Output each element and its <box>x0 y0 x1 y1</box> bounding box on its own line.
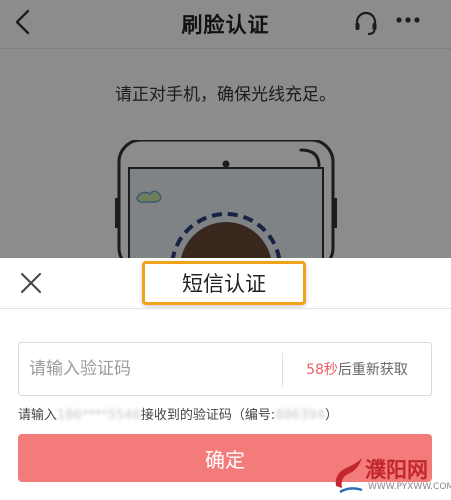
hint-middle: 接收到的验证码（编号: <box>140 408 276 423</box>
sheet-title-highlight: 短信认证 <box>142 261 306 305</box>
sheet-header: 短信认证 <box>0 258 451 308</box>
hint-suffix: ） <box>324 408 338 423</box>
watermark-url: WWW.PYXWW.COM <box>368 482 451 492</box>
resend-code-button[interactable]: 58秒 后重新获取 <box>283 343 431 395</box>
watermark-logo-icon <box>335 458 363 494</box>
sms-hint: 请输入186****5546接收到的验证码（编号:886394） <box>18 404 338 423</box>
hint-prefix: 请输入 <box>18 408 58 423</box>
watermark-text: 濮阳网 <box>365 457 428 482</box>
site-watermark: 濮阳网 WWW.PYXWW.COM <box>332 454 451 496</box>
verification-code-input[interactable] <box>19 343 281 395</box>
sheet-title: 短信认证 <box>182 272 266 296</box>
sheet-divider <box>0 308 451 309</box>
close-icon[interactable] <box>18 270 44 296</box>
resend-countdown: 58秒 <box>306 362 338 378</box>
masked-phone-number: 186****5546 <box>57 408 141 423</box>
verification-code-field: 58秒 后重新获取 <box>18 342 432 396</box>
resend-label: 后重新获取 <box>337 362 408 378</box>
masked-serial-number: 886394 <box>275 408 325 423</box>
dim-overlay[interactable] <box>0 0 451 258</box>
